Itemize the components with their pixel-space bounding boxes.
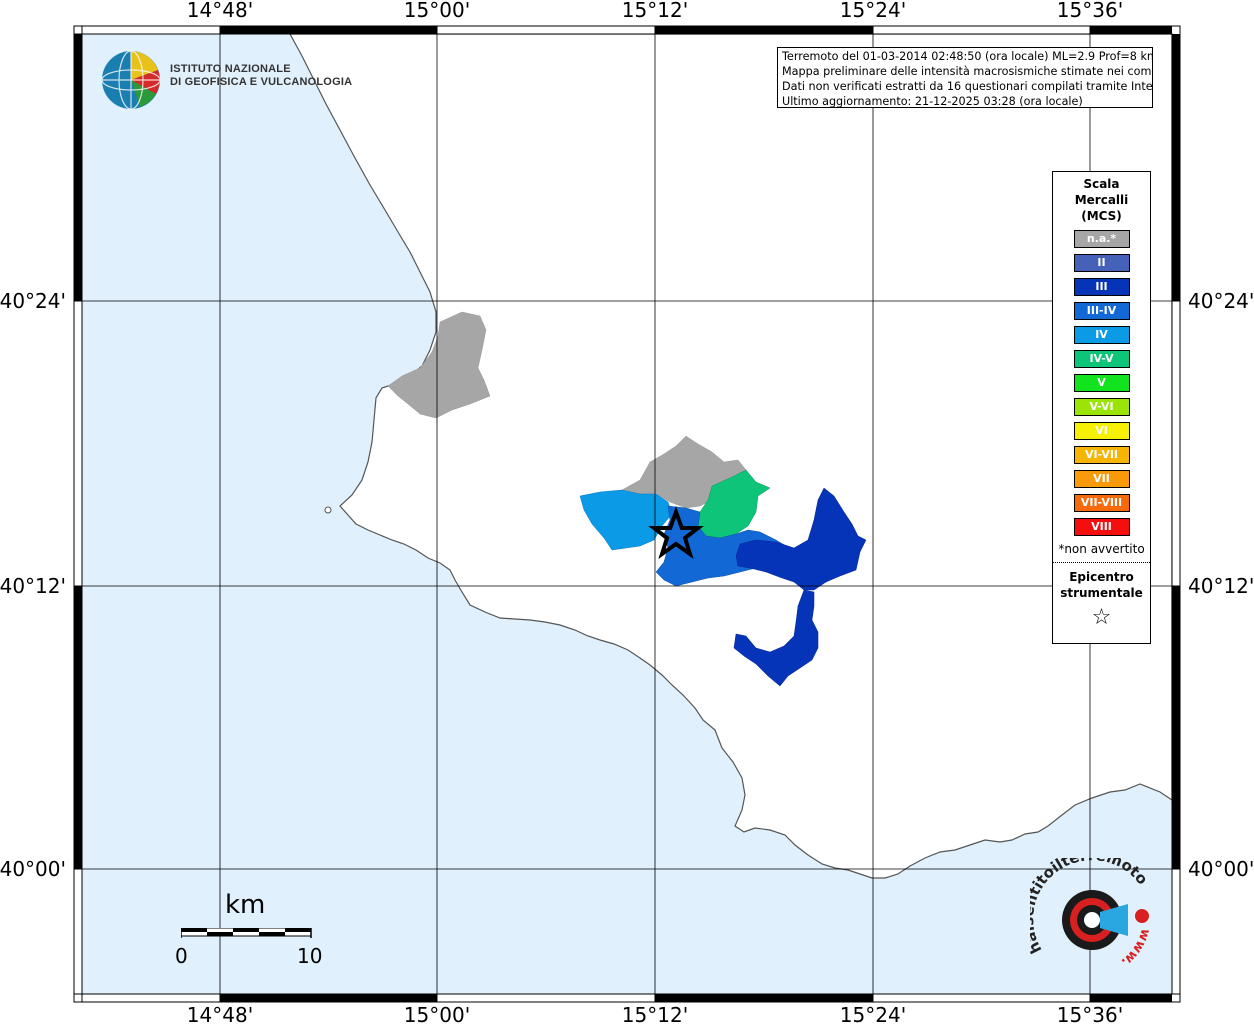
lon-tick-top-4: 15°24' — [840, 0, 906, 22]
ingv-name: ISTITUTO NAZIONALE DI GEOFISICA E VULCAN… — [170, 63, 352, 89]
legend-swatch: II — [1073, 254, 1130, 272]
legend-star-icon: ☆ — [1091, 605, 1112, 630]
ingv-name-line1: ISTITUTO NAZIONALE — [170, 63, 291, 75]
legend-epicenter-label: Epicentro strumentale — [1053, 569, 1150, 601]
event-info-line2: Mappa preliminare delle intensità macros… — [782, 65, 1153, 78]
legend-swatch: VII-VIII — [1073, 494, 1130, 512]
lon-tick-top-3: 15°12' — [622, 0, 688, 22]
legend-epicenter-line2: strumentale — [1060, 586, 1143, 600]
legend-swatch: VI-VII — [1073, 446, 1130, 464]
islet — [324, 506, 332, 514]
ingv-globe-icon — [101, 50, 161, 110]
event-info-line3: Dati non verificati estratti da 16 quest… — [782, 80, 1153, 93]
legend-title-line1: Scala — [1083, 177, 1120, 191]
legend-swatch: III-IV — [1073, 302, 1130, 320]
legend-title-line3: (MCS) — [1081, 209, 1122, 223]
lon-tick-top-5: 15°36' — [1057, 0, 1123, 22]
legend-items: n.a.* II III III-IV IV IV-V V V-VI VI VI-VII VII VI… — [1053, 230, 1150, 536]
legend-swatch: VIII — [1073, 518, 1130, 536]
lat-tick-left-1: 40°24' — [0, 289, 66, 313]
lat-tick-left-2: 40°12' — [0, 574, 66, 598]
ingv-logo — [100, 48, 164, 117]
lon-tick-top-1: 14°48' — [187, 0, 253, 22]
intensity-legend: Scala Mercalli (MCS) n.a.* II III III-IV IV I… — [1052, 171, 1151, 644]
scale-max-label: 10 — [297, 944, 323, 968]
legend-note: *non avvertito — [1058, 542, 1145, 556]
scale-bar: km 0 10 — [175, 890, 325, 970]
legend-title: Scala Mercalli (MCS) — [1053, 176, 1150, 224]
lat-tick-right-3: 40°00' — [1188, 857, 1254, 881]
scale-min-label: 0 — [175, 944, 188, 968]
event-info-box: Terremoto del 01-03-2014 02:48:50 (ora l… — [777, 47, 1153, 108]
scale-bar-graphic — [181, 928, 312, 938]
lon-tick-bottom-5: 15°36' — [1057, 1003, 1123, 1024]
lon-tick-bottom-4: 15°24' — [840, 1003, 906, 1024]
legend-swatch: n.a.* — [1073, 230, 1130, 248]
event-info-line1: Terremoto del 01-03-2014 02:48:50 (ora l… — [782, 50, 1153, 63]
scale-unit: km — [225, 890, 266, 920]
lat-tick-right-1: 40°24' — [1188, 289, 1254, 313]
hst-logo: haisentitoilterremoto.it www. — [1019, 844, 1158, 983]
lat-tick-left-3: 40°00' — [0, 857, 66, 881]
lon-tick-bottom-3: 15°12' — [622, 1003, 688, 1024]
lon-tick-top-2: 15°00' — [404, 0, 470, 22]
lon-tick-bottom-1: 14°48' — [187, 1003, 253, 1024]
legend-swatch: VII — [1073, 470, 1130, 488]
legend-swatch: VI — [1073, 422, 1130, 440]
legend-swatch: IV — [1073, 326, 1130, 344]
lon-tick-bottom-2: 15°00' — [404, 1003, 470, 1024]
hst-target-icon: haisentitoilterremoto.it www. — [1019, 844, 1153, 970]
legend-title-line2: Mercalli — [1074, 193, 1129, 207]
legend-swatch: V-VI — [1073, 398, 1130, 416]
lat-tick-right-2: 40°12' — [1188, 574, 1254, 598]
legend-separator — [1053, 562, 1150, 563]
legend-swatch: III — [1073, 278, 1130, 296]
legend-swatch: IV-V — [1073, 350, 1130, 368]
legend-swatch: V — [1073, 374, 1130, 392]
event-info-line4: Ultimo aggiornamento: 21-12-2025 03:28 (… — [782, 95, 1083, 108]
ingv-name-line2: DI GEOFISICA E VULCANOLOGIA — [170, 76, 353, 88]
legend-epicenter-line1: Epicentro — [1069, 570, 1134, 584]
